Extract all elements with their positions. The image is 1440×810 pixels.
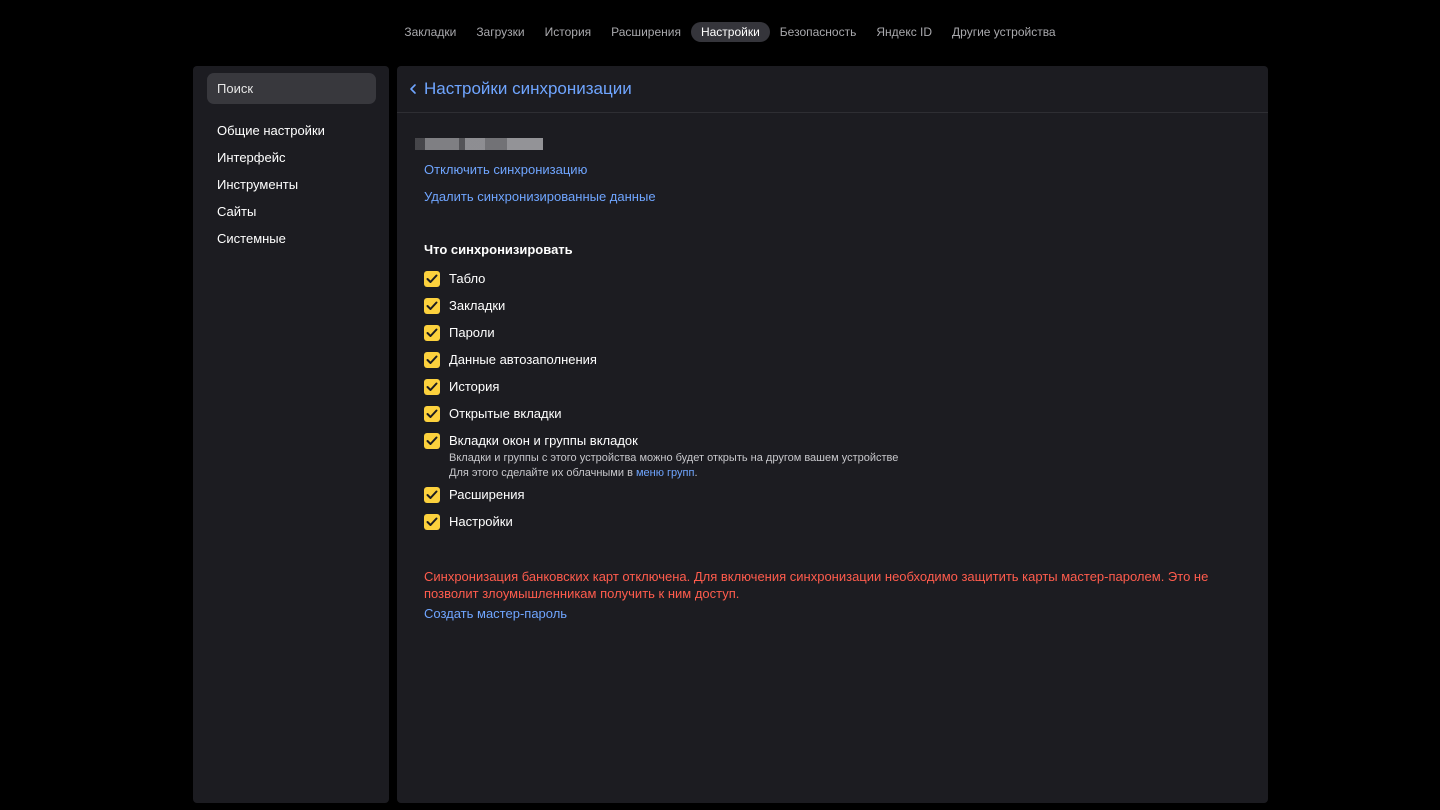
top-navigation: Закладки Загрузки История Расширения Нас… [0,20,1440,44]
checkmark-icon [426,328,438,337]
checkbox-checked[interactable] [424,487,440,503]
sidebar-item-system[interactable]: Системные [217,230,325,257]
checkmark-icon [426,382,438,391]
checkbox-checked[interactable] [424,433,440,449]
tab-bookmarks[interactable]: Закладки [394,22,466,42]
hint-text-suffix: . [694,467,698,479]
tab-downloads[interactable]: Загрузки [466,22,534,42]
checkmark-icon [426,274,438,283]
search-input[interactable] [217,81,366,96]
chevron-left-icon[interactable] [406,80,420,98]
checkbox-checked[interactable] [424,379,440,395]
sync-option-label: Закладки [449,298,506,313]
top-navigation-tabs: Закладки Загрузки История Расширения Нас… [394,22,1065,42]
checkmark-icon [426,490,438,499]
checkbox-checked[interactable] [424,352,440,368]
group-menu-link[interactable]: меню групп [636,467,694,479]
checkmark-icon [426,355,438,364]
account-avatar-blurred [415,138,543,150]
hint-text: Для этого сделайте их облачными в [449,467,636,479]
sync-option-label: Пароли [449,325,495,340]
checkbox-checked[interactable] [424,325,440,341]
sync-option-label: Вкладки окон и группы вкладок [449,433,638,448]
tab-settings[interactable]: Настройки [690,22,770,42]
checkbox-checked[interactable] [424,514,440,530]
tab-yandex-id[interactable]: Яндекс ID [866,22,942,42]
sidebar-item-sites[interactable]: Сайты [217,203,325,230]
search-box[interactable] [207,73,376,104]
checkmark-icon [426,301,438,310]
create-master-password-link[interactable]: Создать мастер-пароль [424,606,567,622]
sync-settings-panel: Настройки синхронизации Отключить синхро… [397,66,1268,803]
checkbox-checked[interactable] [424,298,440,314]
tab-groups-hint-line1: Вкладки и группы с этого устройства можн… [449,452,899,464]
tab-history[interactable]: История [535,22,602,42]
checkmark-icon [426,517,438,526]
tab-security[interactable]: Безопасность [770,22,867,42]
panel-header: Настройки синхронизации [397,66,1268,113]
sync-option-label: Настройки [449,514,513,529]
tab-extensions[interactable]: Расширения [601,22,691,42]
sync-option-label: Расширения [449,487,525,502]
disable-sync-link[interactable]: Отключить синхронизацию [424,162,587,178]
sidebar-item-interface[interactable]: Интерфейс [217,149,325,176]
checkbox-checked[interactable] [424,271,440,287]
section-title: Что синхронизировать [424,242,573,257]
delete-synced-data-link[interactable]: Удалить синхронизированные данные [424,189,656,205]
sidebar-item-tools[interactable]: Инструменты [217,176,325,203]
sync-option-label: Табло [449,271,486,286]
page-title: Настройки синхронизации [424,79,632,98]
tab-other-devices[interactable]: Другие устройства [942,22,1066,42]
tab-groups-hint-line2: Для этого сделайте их облачными в меню г… [449,466,698,480]
checkmark-icon [426,436,438,445]
sidebar-menu: Общие настройки Интерфейс Инструменты Са… [217,122,325,257]
bank-cards-sync-warning: Синхронизация банковских карт отключена.… [424,569,1209,601]
checkbox-checked[interactable] [424,406,440,422]
checkmark-icon [426,409,438,418]
settings-sidebar: Общие настройки Интерфейс Инструменты Са… [193,66,389,803]
sync-option-label: История [449,379,500,394]
sync-option-label: Открытые вкладки [449,406,562,421]
sync-option-label: Данные автозаполнения [449,352,597,367]
sidebar-item-general[interactable]: Общие настройки [217,122,325,149]
